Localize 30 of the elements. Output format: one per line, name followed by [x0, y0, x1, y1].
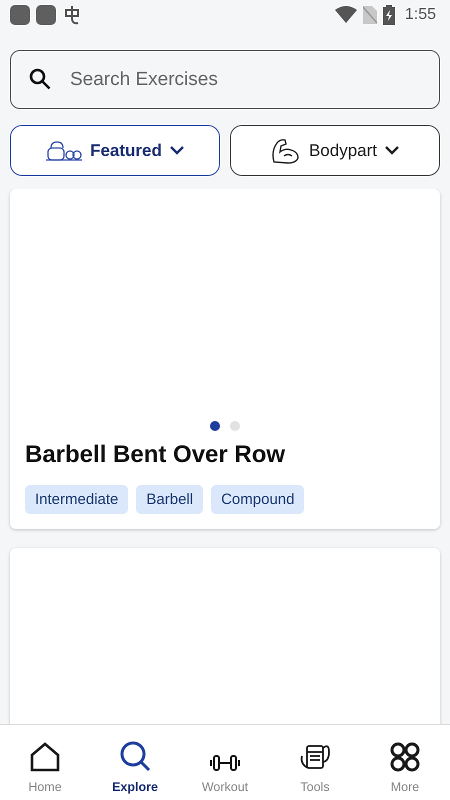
nav-tab[interactable]: More [360, 725, 450, 800]
nav-tab[interactable]: Explore [90, 725, 180, 800]
chevron-down-icon [170, 146, 184, 155]
search-icon [119, 740, 151, 772]
flexed-arm-icon [270, 136, 301, 164]
battery-charging-icon [382, 5, 395, 25]
search-icon [28, 67, 52, 91]
page-dot[interactable] [210, 421, 220, 431]
status-time: 1:55 [404, 6, 436, 24]
nav-tab[interactable]: Tools [270, 725, 360, 800]
filter-dropdown[interactable]: Bodypart [230, 125, 440, 176]
kettlebell-icon [46, 140, 82, 162]
exercise-tag: Intermediate [25, 485, 128, 514]
tools-drawing-icon [300, 742, 330, 772]
app-notification-icon [36, 5, 56, 25]
page-dot[interactable] [230, 421, 240, 431]
exercise-tag: Barbell [136, 485, 204, 514]
home-icon [30, 742, 60, 772]
exercise-title: Barbell Bent Over Row [25, 441, 286, 469]
four-circles-icon [390, 742, 420, 772]
search-field[interactable]: Search Exercises [10, 50, 440, 109]
chevron-down-icon [385, 146, 400, 155]
nav-tab[interactable]: Workout [180, 725, 270, 800]
app-notification-icon [10, 5, 30, 25]
exercise-tag: Compound [211, 485, 304, 514]
dumbbell-icon [210, 754, 240, 772]
no-sim-icon [362, 6, 377, 24]
nav-tab[interactable]: Home [0, 725, 90, 800]
filter-dropdown[interactable]: Featured [10, 125, 220, 176]
wifi-icon [334, 6, 357, 24]
